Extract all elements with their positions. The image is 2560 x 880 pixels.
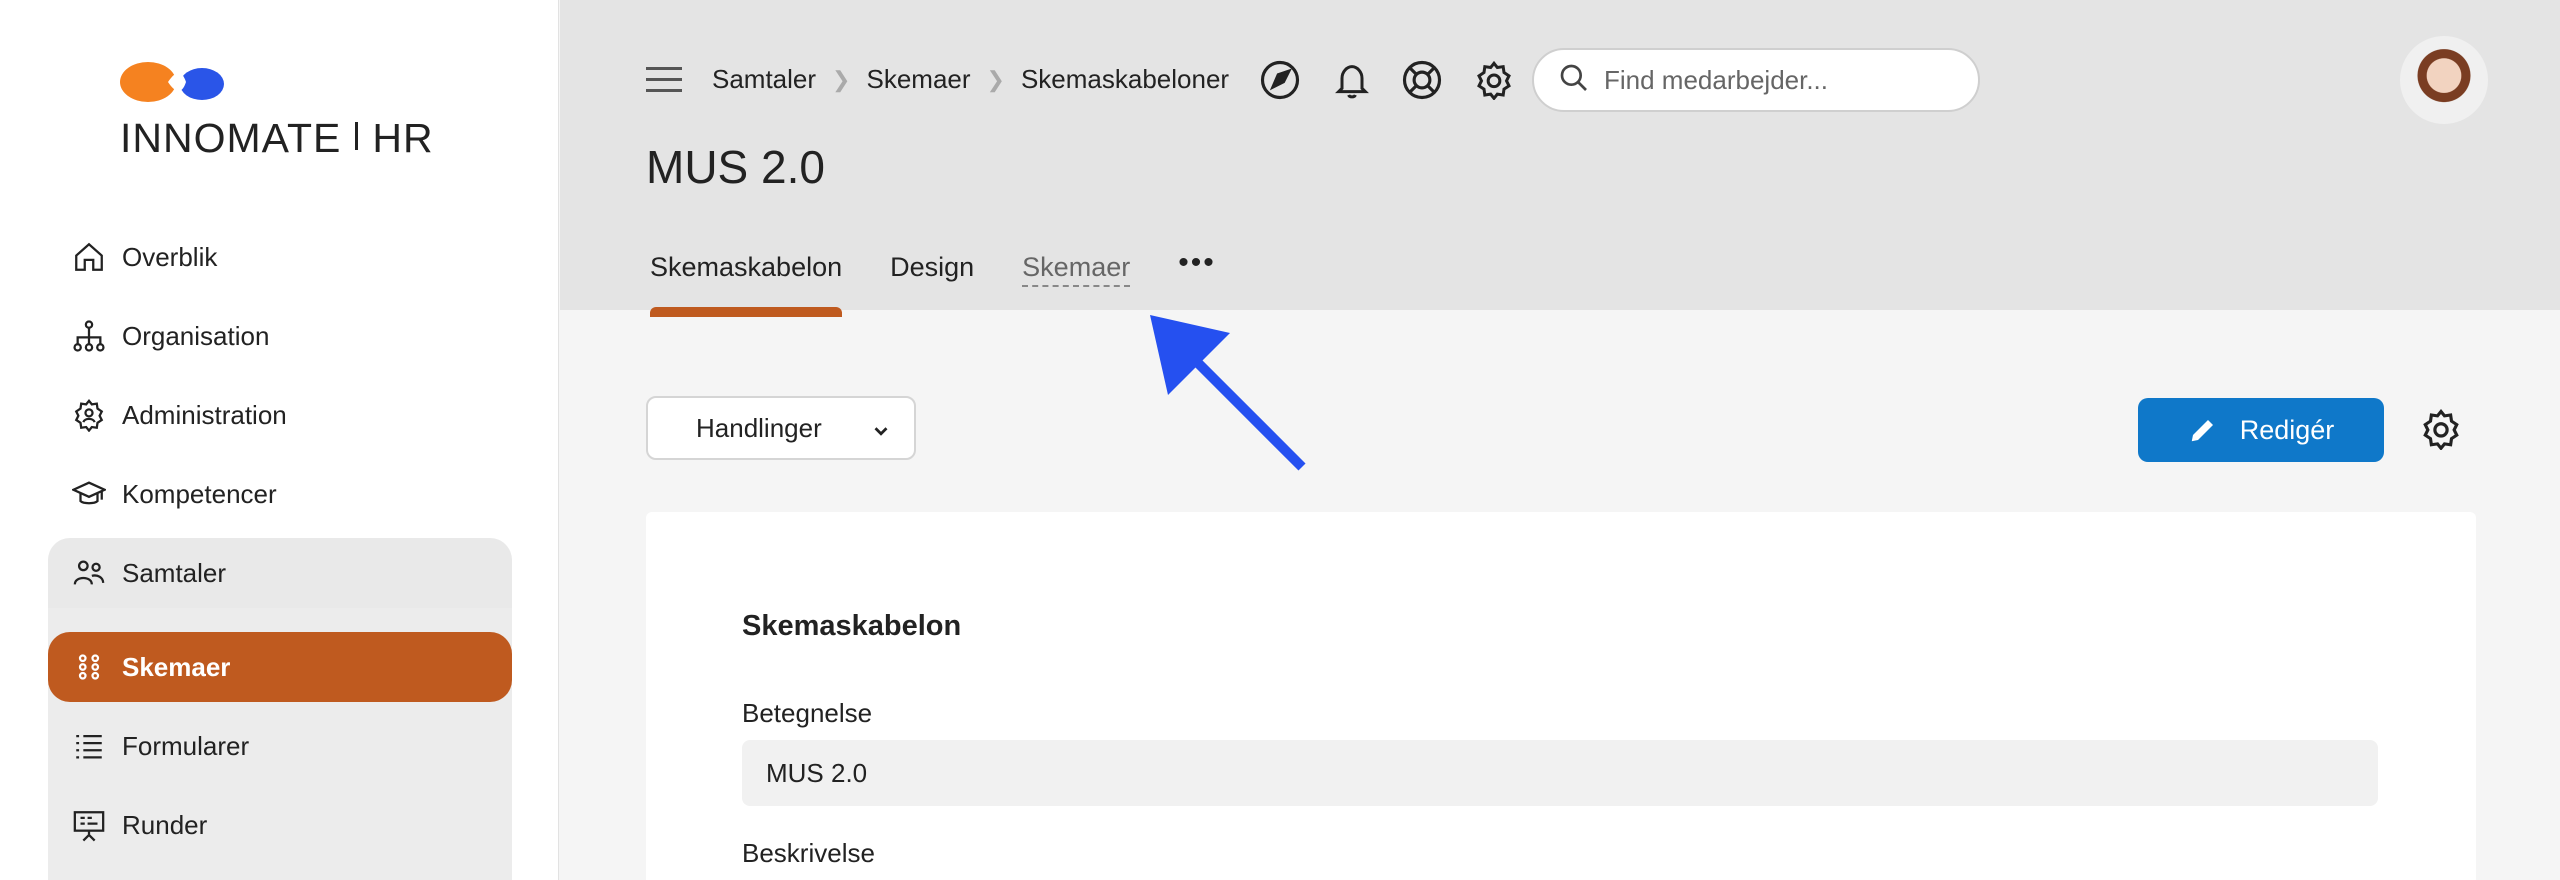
edit-button-label: Redigér bbox=[2239, 414, 2335, 445]
bell-icon[interactable] bbox=[1330, 58, 1374, 102]
tab-bar: Skemaskabelon Design Skemaer ••• bbox=[650, 246, 1216, 317]
more-tabs-button[interactable]: ••• bbox=[1178, 246, 1216, 280]
dots-grid-icon bbox=[70, 648, 108, 686]
edit-button[interactable]: Redigér bbox=[2138, 398, 2384, 462]
sidebar-item-label: Administration bbox=[122, 399, 287, 430]
logo-text: INNOMATE HR bbox=[120, 115, 434, 162]
sidebar-item-samtaler[interactable]: Samtaler bbox=[48, 538, 512, 608]
template-card: Skemaskabelon Betegnelse MUS 2.0 Beskriv… bbox=[646, 512, 2476, 880]
sidebar-item-formularer[interactable]: Formularer bbox=[48, 711, 512, 781]
presentation-icon bbox=[70, 806, 108, 844]
field-value-betegnelse: MUS 2.0 bbox=[742, 740, 2378, 806]
page-header: Samtaler ❯ Skemaer ❯ Skemaskabeloner MUS… bbox=[560, 0, 2560, 317]
chevron-right-icon: ❯ bbox=[986, 66, 1005, 92]
org-chart-icon bbox=[70, 317, 108, 355]
actions-dropdown-button[interactable]: Handlinger bbox=[646, 396, 916, 460]
tab-design[interactable]: Design bbox=[890, 252, 974, 313]
breadcrumb-item-skemaer[interactable]: Skemaer bbox=[866, 64, 970, 95]
search-box[interactable] bbox=[1532, 48, 1980, 112]
sidebar-item-kompetencer[interactable]: Kompetencer bbox=[48, 459, 512, 529]
breadcrumb: Samtaler ❯ Skemaer ❯ Skemaskabeloner bbox=[712, 64, 1229, 95]
sidebar-item-administration[interactable]: Administration bbox=[48, 380, 512, 450]
gear-icon[interactable] bbox=[1472, 58, 1516, 102]
actions-dropdown-label: Handlinger bbox=[696, 412, 822, 443]
sidebar-item-label: Kompetencer bbox=[122, 478, 277, 509]
sidebar: INNOMATE HR Overblik Organisation Adminis… bbox=[0, 0, 559, 880]
field-label-beskrivelse: Beskrivelse bbox=[742, 838, 875, 868]
chevron-down-icon bbox=[870, 418, 892, 449]
breadcrumb-item-skemaskabeloner: Skemaskabeloner bbox=[1020, 64, 1230, 94]
sidebar-item-skemaer[interactable]: Skemaer bbox=[48, 632, 512, 702]
chevron-right-icon: ❯ bbox=[832, 66, 851, 92]
search-input[interactable] bbox=[1604, 64, 1964, 96]
hamburger-menu-icon[interactable] bbox=[646, 66, 682, 94]
sidebar-item-label: Samtaler bbox=[122, 557, 227, 588]
sidebar-item-label: Runder bbox=[122, 809, 208, 840]
settings-gear-icon[interactable] bbox=[2420, 408, 2464, 452]
tab-skemaskabelon[interactable]: Skemaskabelon bbox=[650, 252, 843, 317]
logo-text-right: HR bbox=[372, 115, 434, 161]
people-icon bbox=[70, 554, 108, 592]
home-icon bbox=[70, 238, 108, 276]
breadcrumb-item-samtaler[interactable]: Samtaler bbox=[712, 64, 816, 95]
user-avatar[interactable] bbox=[2400, 36, 2488, 124]
field-label-betegnelse: Betegnelse bbox=[742, 698, 873, 728]
sidebar-item-label: Organisation bbox=[122, 320, 270, 351]
annotation-arrow-icon bbox=[1150, 315, 1306, 471]
sidebar-item-label: Formularer bbox=[122, 730, 250, 761]
sidebar-item-overblik[interactable]: Overblik bbox=[48, 222, 512, 292]
logo-text-left: INNOMATE bbox=[120, 115, 342, 161]
lifebuoy-icon[interactable] bbox=[1400, 58, 1444, 102]
tab-skemaer[interactable]: Skemaer bbox=[1022, 252, 1131, 287]
innomate-logo[interactable]: INNOMATE HR bbox=[120, 60, 440, 170]
sidebar-item-label: Skemaer bbox=[122, 651, 231, 682]
gear-user-icon bbox=[70, 396, 108, 434]
logo-separator bbox=[355, 122, 359, 150]
pencil-icon bbox=[2191, 420, 2213, 442]
list-icon bbox=[70, 727, 108, 765]
sidebar-nav: Overblik Organisation Administration Kom… bbox=[48, 222, 512, 880]
search-icon bbox=[1558, 62, 1590, 99]
sidebar-item-organisation[interactable]: Organisation bbox=[48, 301, 512, 371]
sidebar-item-label: Overblik bbox=[122, 241, 218, 272]
graduation-cap-icon bbox=[70, 475, 108, 513]
page-title: MUS 2.0 bbox=[646, 141, 825, 193]
sidebar-item-runder[interactable]: Runder bbox=[48, 790, 512, 860]
logo-mark-icon bbox=[120, 62, 224, 102]
navigation-icon[interactable] bbox=[1258, 58, 1302, 102]
card-title: Skemaskabelon bbox=[742, 610, 962, 642]
